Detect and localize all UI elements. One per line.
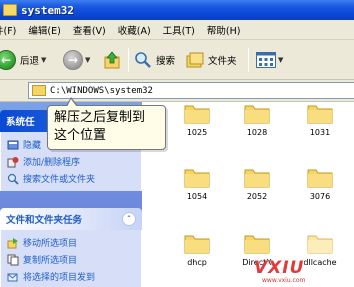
folder-name: dhcp: [187, 258, 207, 267]
title-bar: system32: [0, 0, 354, 20]
watermark-logo: VXIU: [254, 258, 305, 278]
folders-icon: [186, 52, 204, 68]
menu-help[interactable]: 帮助(H): [201, 23, 247, 37]
callout-bubble: 解压之后复制到 这个位置: [47, 97, 166, 150]
folder-icon: [244, 235, 270, 254]
back-label: 后退: [20, 56, 40, 67]
file-tasks-header[interactable]: 文件和文件夹任务 ˆ: [0, 208, 142, 230]
back-button[interactable]: ← 后退 ▼: [0, 49, 46, 71]
folder-icon: [307, 235, 333, 254]
up-folder-icon: [104, 51, 120, 69]
folder-icon: [307, 169, 333, 188]
file-tasks-title: 文件和文件夹任务: [6, 215, 83, 226]
views-button[interactable]: ▼: [256, 49, 283, 71]
send-icon: [7, 271, 19, 283]
up-folder-button[interactable]: [104, 49, 120, 71]
chevron-down-icon[interactable]: ▼: [278, 56, 283, 64]
folder-icon: [184, 235, 210, 254]
file-list: 1025 1028 1031 1054 2052 3076 dhcp Direc…: [142, 102, 354, 287]
task-search-files[interactable]: 搜索文件或文件夹: [7, 170, 135, 187]
menu-view[interactable]: 查看(V): [67, 23, 112, 37]
folder-name: 1054: [186, 192, 208, 201]
views-icon: [256, 52, 276, 68]
toolbar-separator: [248, 48, 249, 72]
menu-file[interactable]: 件(F): [0, 23, 22, 37]
file-tasks-body: 移动所选项目 复制所选项目 将选择的项目发到: [0, 230, 142, 287]
folder-item[interactable]: dhcp: [169, 232, 225, 267]
add-remove-programs-icon: [7, 156, 19, 168]
chevron-down-icon[interactable]: ▼: [85, 56, 90, 64]
folder-item[interactable]: 1031: [292, 102, 348, 137]
folder-item[interactable]: 3076: [292, 166, 348, 201]
menu-edit[interactable]: 编辑(E): [22, 23, 66, 37]
menu-tools[interactable]: 工具(T): [157, 23, 201, 37]
task-label: 将选择的项目发到: [23, 273, 96, 283]
folder-name: 1025: [186, 128, 208, 137]
folder-icon: [184, 105, 210, 124]
task-label: 移动所选项目: [23, 239, 78, 249]
collapse-icon[interactable]: ˆ: [122, 212, 136, 226]
address-path: C:\WINDOWS\system32: [50, 85, 153, 96]
folder-icon: [32, 85, 46, 96]
copy-icon: [7, 254, 19, 266]
task-send-items[interactable]: 将选择的项目发到: [7, 268, 135, 285]
back-arrow-icon: ←: [0, 50, 16, 70]
menu-bar: 件(F) 编辑(E) 查看(V) 收藏(A) 工具(T) 帮助(H): [0, 20, 354, 40]
move-icon: [7, 237, 19, 249]
forward-button[interactable]: → ▼: [63, 49, 90, 71]
task-label: 添加/删除程序: [23, 158, 81, 168]
search-icon: [7, 173, 19, 185]
search-label: 搜索: [156, 56, 176, 67]
toolbar-separator: [128, 48, 129, 72]
chevron-down-icon[interactable]: ▼: [41, 56, 46, 64]
folder-icon: [3, 4, 17, 16]
window-title: system32: [21, 3, 74, 17]
callout-line-2: 这个位置: [54, 128, 107, 143]
folder-name: 1028: [246, 128, 268, 137]
folder-name: 3076: [309, 192, 331, 201]
folder-icon: [184, 169, 210, 188]
address-bar: C:\WINDOWS\system32: [0, 80, 354, 102]
folder-icon: [244, 169, 270, 188]
search-button[interactable]: 搜索: [134, 49, 175, 71]
task-label: 复制所选项目: [23, 256, 78, 266]
forward-arrow-icon: →: [63, 50, 83, 70]
folder-item[interactable]: 1054: [169, 166, 225, 201]
folder-item[interactable]: 1028: [229, 102, 285, 137]
task-label: 搜索文件或文件夹: [23, 175, 96, 185]
system-tasks-title: 系统任: [6, 117, 35, 128]
task-label: 隐藏: [23, 141, 42, 151]
folder-icon: [307, 105, 333, 124]
file-tasks-panel: 文件和文件夹任务 ˆ 移动所选项目 复制所选项目 将选择的项目发到: [0, 208, 142, 287]
task-move-items[interactable]: 移动所选项目: [7, 234, 135, 251]
toolbar: ← 后退 ▼ → ▼ 搜索 文件夹 ▼: [0, 40, 354, 80]
folder-name: 2052: [246, 192, 268, 201]
task-copy-items[interactable]: 复制所选项目: [7, 251, 135, 268]
folders-button[interactable]: 文件夹: [186, 49, 237, 71]
folder-name: 1031: [309, 128, 331, 137]
task-add-remove-programs[interactable]: 添加/删除程序: [7, 153, 135, 170]
hide-icon: [7, 139, 19, 151]
folder-item[interactable]: 2052: [229, 166, 285, 201]
folder-icon: [244, 105, 270, 124]
callout-tail-inner: [67, 99, 77, 107]
callout-line-1: 解压之后复制到: [54, 110, 146, 125]
watermark-url: www.vxiu.com: [262, 277, 306, 284]
folder-item[interactable]: 1025: [169, 102, 225, 137]
folders-label: 文件夹: [208, 56, 237, 67]
menu-favorites[interactable]: 收藏(A): [112, 23, 157, 37]
search-icon: [134, 51, 152, 69]
